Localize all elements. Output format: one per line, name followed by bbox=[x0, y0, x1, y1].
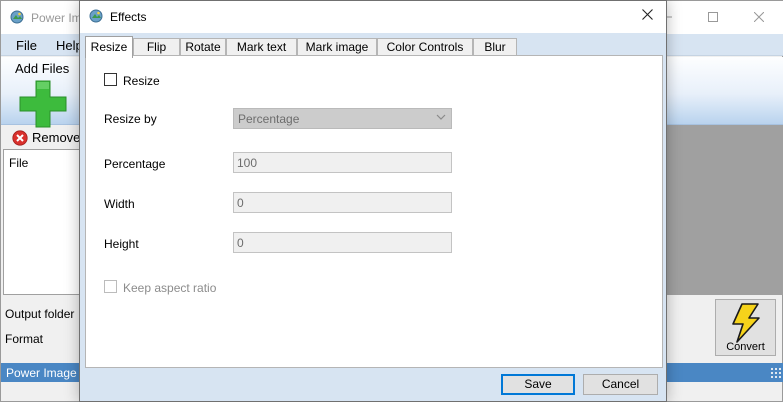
cancel-button[interactable]: Cancel bbox=[583, 374, 658, 395]
resize-by-select[interactable]: Percentage bbox=[233, 108, 452, 129]
preview-panel bbox=[665, 125, 783, 295]
resize-checkbox[interactable] bbox=[104, 73, 117, 86]
lightning-bolt-icon bbox=[732, 303, 760, 343]
output-folder-label: Output folder bbox=[5, 307, 75, 321]
keep-aspect-ratio-checkbox[interactable] bbox=[104, 280, 117, 293]
keep-aspect-ratio-label[interactable]: Keep aspect ratio bbox=[123, 281, 216, 295]
maximize-icon bbox=[708, 12, 718, 22]
dialog-close-button[interactable] bbox=[628, 1, 666, 32]
remove-label: Remove bbox=[32, 130, 81, 145]
menu-file[interactable]: File bbox=[16, 38, 37, 53]
width-label: Width bbox=[104, 197, 135, 211]
main-close-button[interactable] bbox=[736, 1, 782, 33]
height-input[interactable] bbox=[233, 232, 452, 253]
save-button[interactable]: Save bbox=[501, 374, 575, 395]
file-column-header[interactable]: File bbox=[9, 156, 28, 170]
maximize-button[interactable] bbox=[690, 1, 736, 33]
close-icon bbox=[641, 9, 653, 20]
add-files-label: Add Files bbox=[15, 61, 70, 76]
resize-checkbox-label[interactable]: Resize bbox=[123, 74, 160, 88]
width-input[interactable] bbox=[233, 192, 452, 213]
plus-icon bbox=[19, 80, 67, 128]
app-icon bbox=[89, 9, 103, 23]
close-icon bbox=[753, 11, 765, 23]
convert-button[interactable]: Convert bbox=[715, 299, 776, 356]
height-label: Height bbox=[104, 237, 139, 251]
resize-by-value: Percentage bbox=[238, 112, 300, 126]
dialog-body: Resize Flip Rotate Mark text Mark image … bbox=[80, 33, 666, 401]
status-text: Power Image bbox=[6, 366, 77, 380]
tab-resize[interactable]: Resize bbox=[85, 36, 133, 58]
tab-strip: Resize Flip Rotate Mark text Mark image … bbox=[85, 36, 665, 58]
app-icon bbox=[10, 10, 24, 24]
resize-grip[interactable] bbox=[770, 367, 781, 378]
chevron-down-icon bbox=[436, 114, 446, 120]
percentage-label: Percentage bbox=[104, 157, 166, 171]
add-files-button[interactable]: Add Files bbox=[7, 61, 82, 128]
main-window-title: Power Im bbox=[31, 11, 82, 25]
resize-tab-panel: Resize Resize by Percentage Percentage W… bbox=[85, 55, 663, 368]
dialog-title: Effects bbox=[110, 10, 147, 24]
convert-label: Convert bbox=[726, 341, 765, 353]
remove-x-icon bbox=[12, 130, 28, 146]
file-list[interactable]: File bbox=[3, 149, 81, 295]
dialog-titlebar: Effects bbox=[80, 1, 666, 33]
percentage-input[interactable] bbox=[233, 152, 452, 173]
resize-by-label: Resize by bbox=[104, 112, 157, 126]
effects-dialog: Effects Resize Flip Rotate Mark text Mar… bbox=[79, 0, 667, 402]
remove-button[interactable]: Remove bbox=[12, 129, 87, 149]
format-label: Format bbox=[5, 332, 44, 346]
